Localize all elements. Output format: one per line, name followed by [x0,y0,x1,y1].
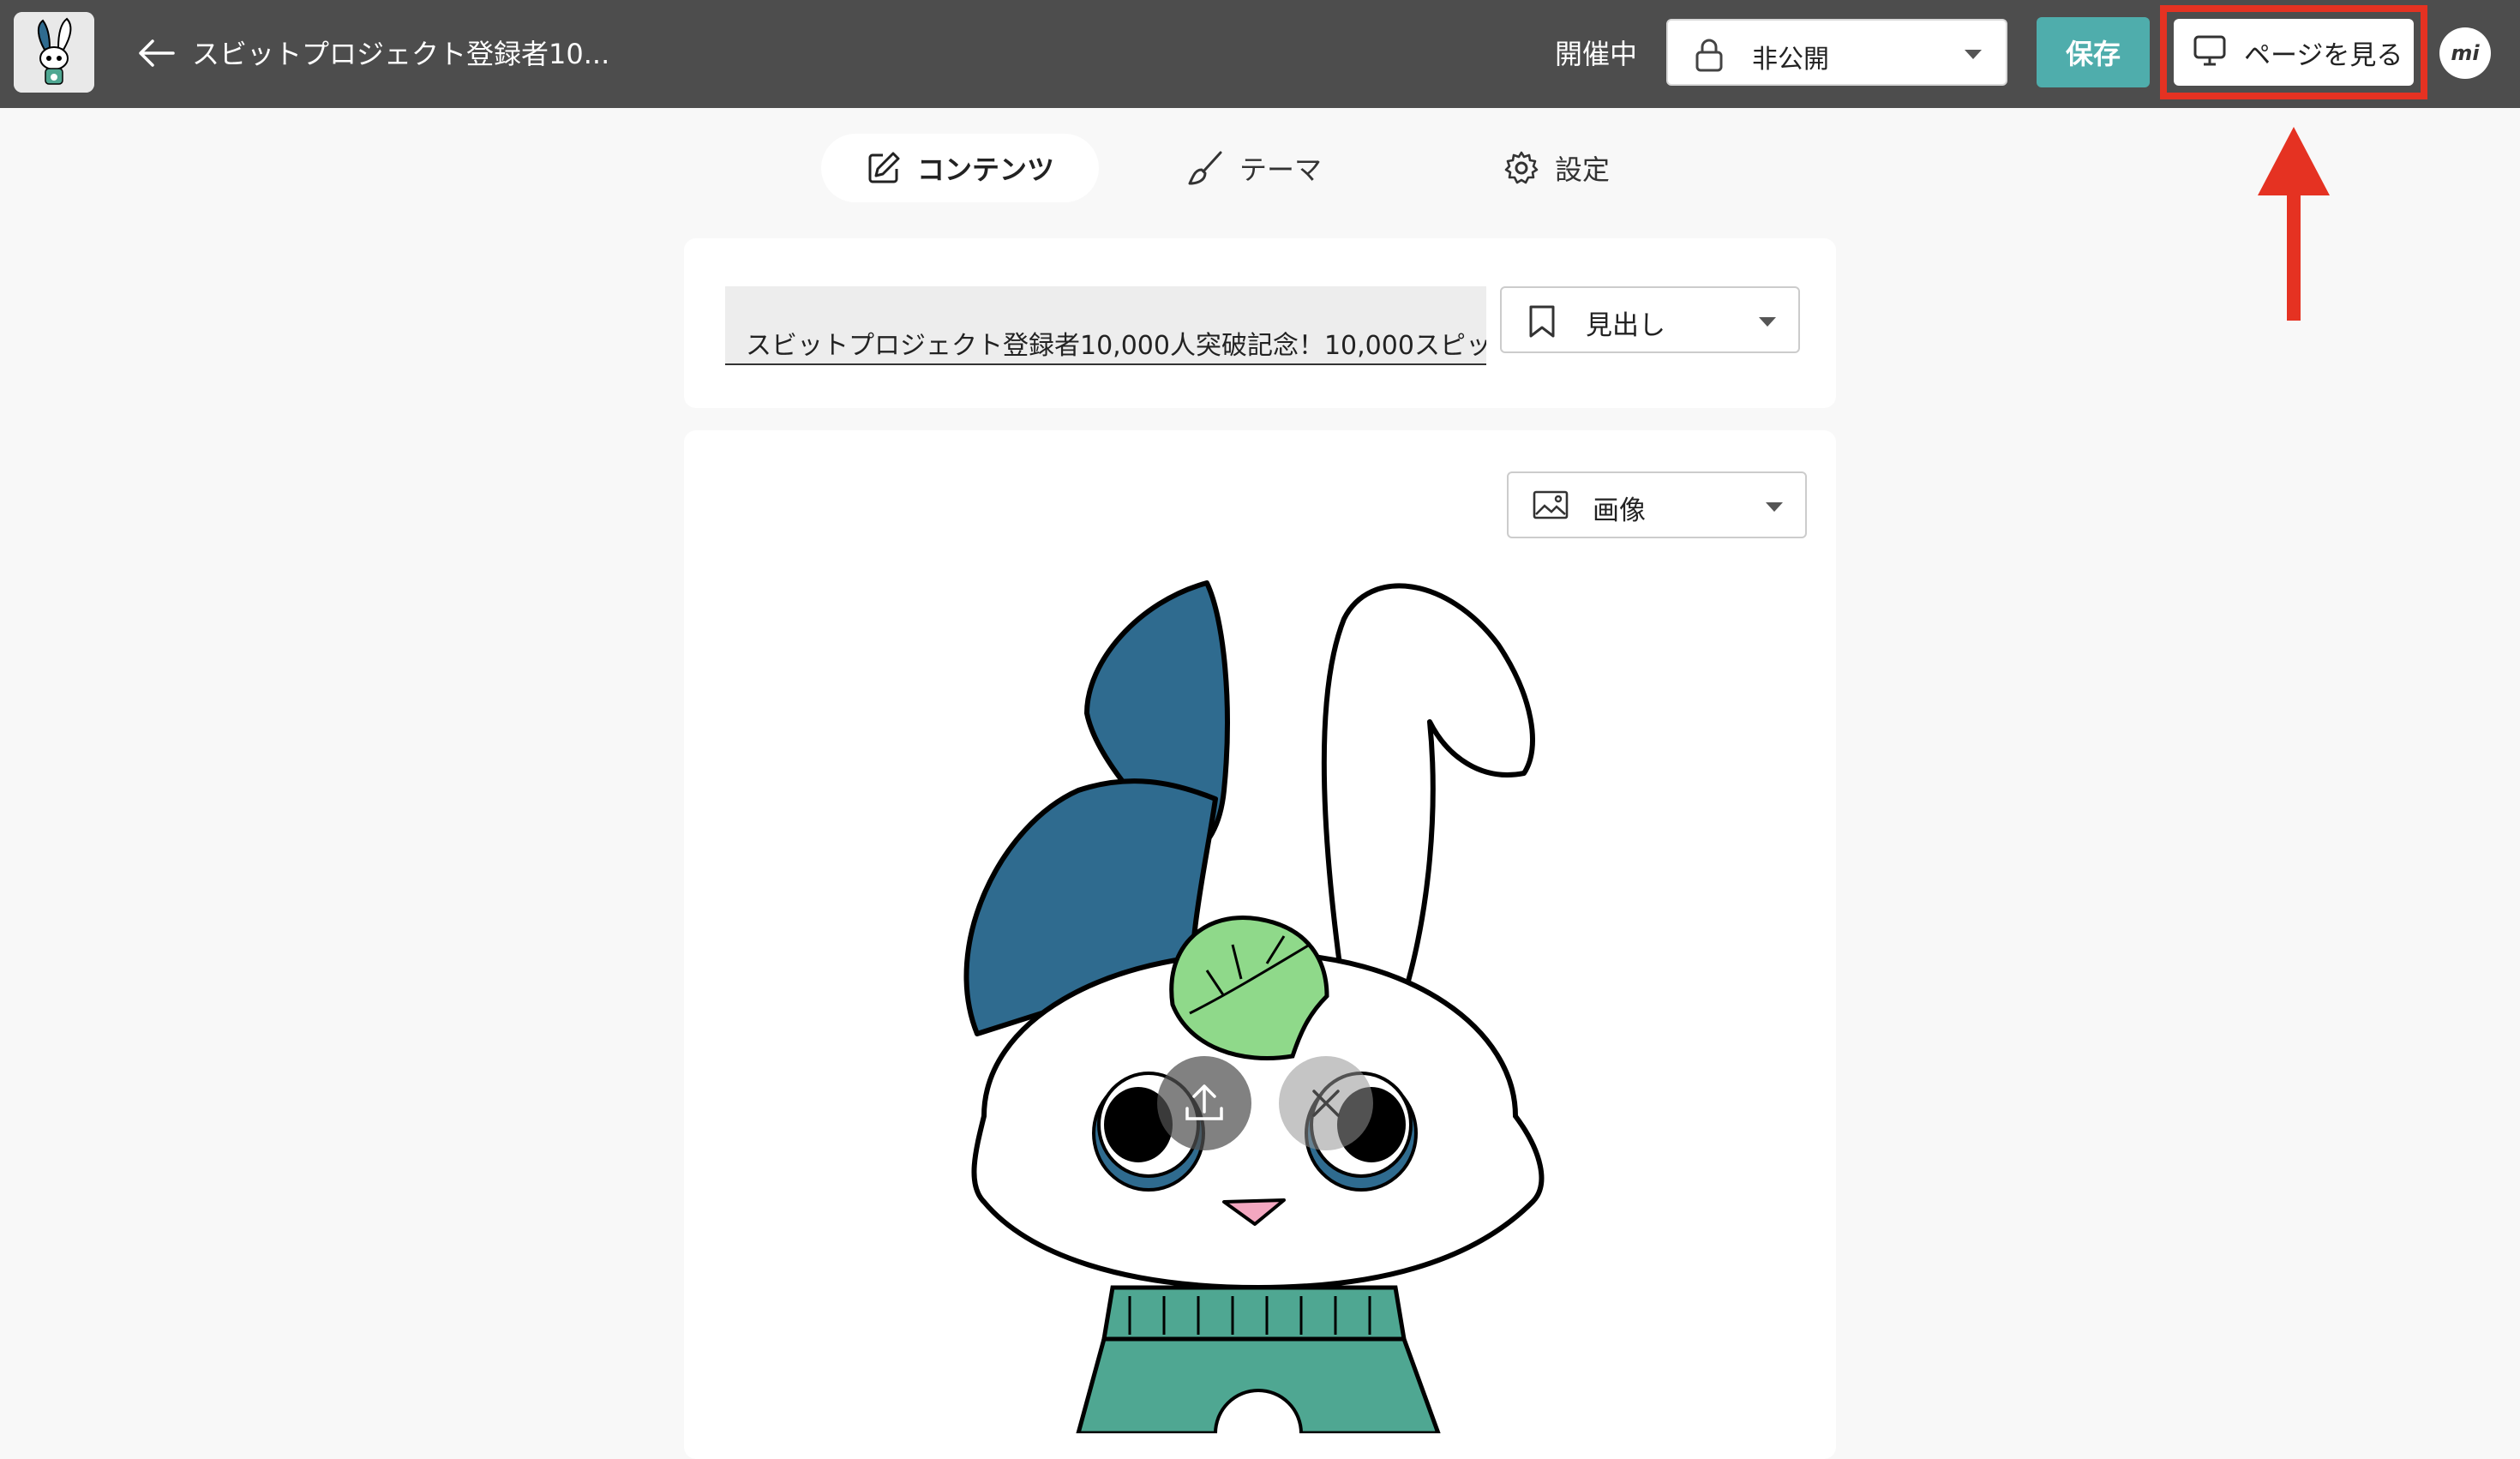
event-status-label: 開催中 [1555,38,1638,70]
top-bar: スビットプロジェクト登録者10... 開催中 非公開 保存 ページを見る mi [0,0,2520,108]
pencil-square-icon [866,150,902,186]
close-icon [1312,1090,1340,1117]
visibility-value: 非公開 [1752,45,1829,75]
image-remove-button[interactable] [1279,1056,1373,1150]
page-title: スビットプロジェクト登録者10... [192,38,610,70]
image-block: 画像 [684,430,1836,1459]
tab-settings[interactable]: 設定 [1503,134,1641,202]
avatar[interactable]: mi [2439,27,2491,79]
arrow-left-icon [139,39,175,67]
image-upload-button[interactable] [1157,1056,1251,1150]
upload-icon [1185,1084,1223,1120]
block-type-select-image[interactable]: 画像 [1507,471,1807,538]
chevron-down-icon [1766,502,1783,512]
view-page-highlight: ページを見る [2160,5,2427,99]
lock-icon [1694,38,1725,75]
tab-label: コンテンツ [916,153,1054,186]
tab-contents[interactable]: コンテンツ [821,134,1099,202]
brush-icon [1186,149,1224,187]
image-icon [1533,489,1569,525]
block-type-label: 画像 [1593,495,1646,526]
app-logo[interactable] [14,12,94,93]
gear-icon [1503,150,1539,186]
tab-label: 設定 [1555,153,1611,186]
block-type-select-heading[interactable]: 見出し [1500,286,1800,353]
save-button[interactable]: 保存 [2037,17,2150,87]
chevron-down-icon [1965,50,1982,59]
block-type-label: 見出し [1586,310,1665,341]
visibility-select[interactable]: 非公開 [1666,19,2007,86]
heading-block: スビットプロジェクト登録者10,000人突破記念！10,000スピット 見出し [684,238,1836,408]
bookmark-icon [1526,303,1558,343]
monitor-icon [2193,33,2227,71]
chevron-down-icon [1759,317,1776,327]
heading-text-field[interactable]: スビットプロジェクト登録者10,000人突破記念！10,000スピット [725,286,1486,365]
tab-label: テーマ [1239,153,1323,186]
mascot-image [963,580,1545,1433]
view-page-button[interactable]: ページを見る [2174,19,2414,86]
tab-theme[interactable]: テーマ [1186,134,1337,202]
annotation-arrow-icon [2258,127,2330,321]
back-button[interactable] [134,31,178,75]
view-page-label: ページを見る [2244,39,2403,71]
